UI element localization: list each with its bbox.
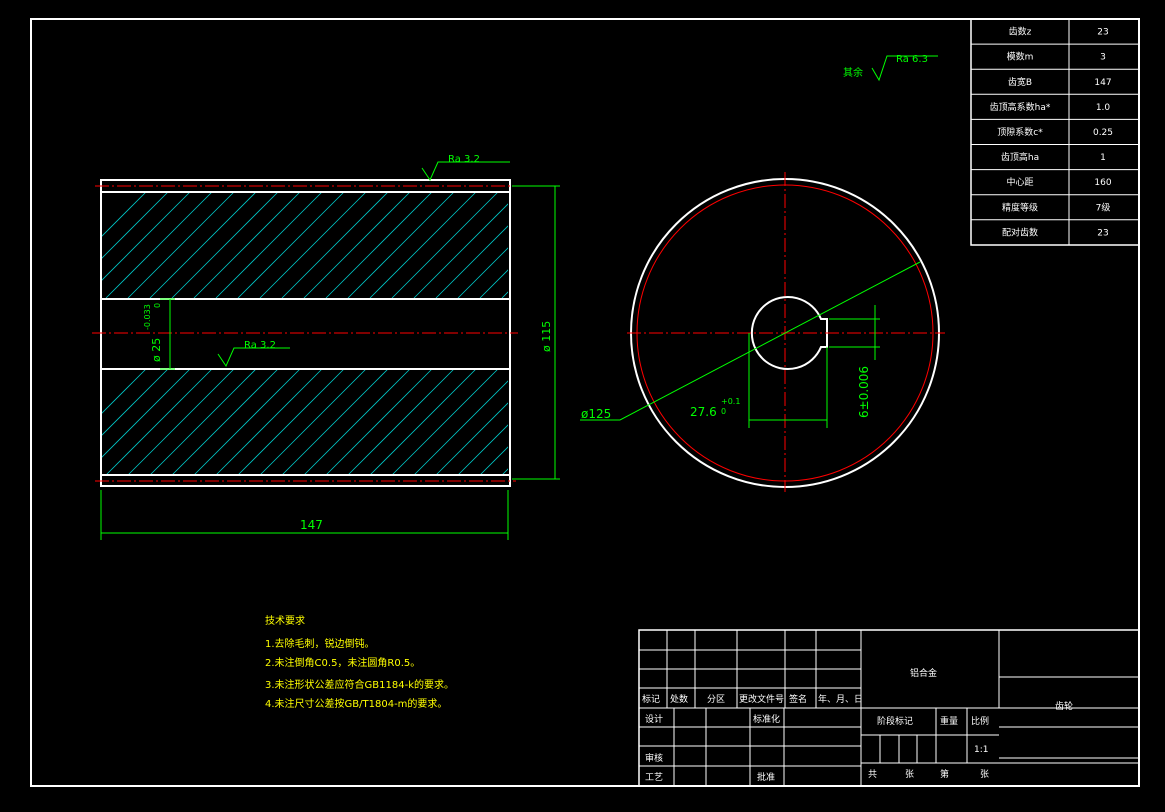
scale-label: 比例 bbox=[971, 715, 989, 727]
param-value: 7级 bbox=[1096, 201, 1111, 213]
scale-value: 1:1 bbox=[974, 745, 988, 755]
process-label: 工艺 bbox=[645, 772, 663, 783]
param-value: 3 bbox=[1100, 53, 1106, 63]
tech-requirements: 技术要求 1.去除毛刺，锐边倒钝。 2.未注倒角C0.5，未注圆角R0.5。 3… bbox=[265, 614, 454, 710]
param-value: 23 bbox=[1097, 28, 1108, 38]
param-label: 精度等级 bbox=[1002, 201, 1038, 213]
material-label: 铝合金 bbox=[910, 667, 937, 679]
rev-header: 标记 bbox=[642, 693, 660, 705]
tech-req-item: 1.去除毛刺，锐边倒钝。 bbox=[265, 637, 375, 650]
parameter-table-frame bbox=[970, 18, 1140, 246]
tech-req-item: 2.未注倒角C0.5，未注圆角R0.5。 bbox=[265, 656, 420, 669]
roughness-bore-label: Ra 3.2 bbox=[244, 340, 276, 351]
param-value: 147 bbox=[1094, 78, 1111, 88]
section-hatch bbox=[102, 369, 508, 475]
param-value: 23 bbox=[1097, 228, 1108, 238]
param-label: 齿顶高系数ha* bbox=[990, 101, 1051, 113]
part-name-label: 齿轮 bbox=[1055, 700, 1073, 712]
rev-header: 处数 bbox=[670, 693, 688, 705]
bore-tol-lower: 0 bbox=[153, 303, 162, 308]
roughness-others-label: Ra 6.3 bbox=[896, 54, 928, 65]
rev-header: 年、月、日 bbox=[818, 693, 863, 705]
param-label: 顶隙系数c* bbox=[997, 126, 1043, 138]
circle-dia-label: ø125 bbox=[581, 407, 611, 421]
drawing-canvas: 147 ø 115 ø 25 -0.033 0 Ra 3.2 Ra 3.2 其余… bbox=[30, 18, 1140, 787]
stage-mark-label: 阶段标记 bbox=[877, 715, 913, 727]
front-view bbox=[627, 172, 945, 492]
section-hatch bbox=[102, 192, 508, 298]
roughness-top-label: Ra 3.2 bbox=[448, 154, 480, 165]
weight-label: 重量 bbox=[940, 715, 958, 727]
param-value: 0.25 bbox=[1093, 128, 1113, 138]
page-label: 第 bbox=[940, 768, 949, 780]
key-width-label: 6±0.006 bbox=[857, 366, 871, 418]
title-block: 标记 处数 分区 更改文件号 签名 年、月、日 设计 标准化 审核 工艺 批准 … bbox=[638, 629, 1140, 787]
width-dim-label: 147 bbox=[300, 518, 323, 532]
tech-req-title: 技术要求 bbox=[265, 614, 305, 627]
param-label: 齿数z bbox=[1009, 26, 1032, 38]
tech-req-item: 4.未注尺寸公差按GB/T1804-m的要求。 bbox=[265, 697, 447, 710]
param-value: 1 bbox=[1100, 153, 1106, 163]
param-label: 齿宽B bbox=[1008, 76, 1032, 88]
rev-header: 分区 bbox=[707, 694, 725, 705]
total-label: 共 bbox=[868, 769, 877, 780]
outer-dia-label: ø 115 bbox=[540, 321, 553, 352]
tech-req-item: 3.未注形状公差应符合GB1184-k的要求。 bbox=[265, 678, 454, 691]
approve-label: 批准 bbox=[757, 771, 775, 783]
side-view bbox=[92, 179, 518, 487]
sheet-unit: 张 bbox=[905, 769, 914, 780]
key-depth-label: 27.6 bbox=[690, 405, 717, 419]
param-label: 中心距 bbox=[1006, 176, 1033, 188]
parameter-table: 齿数z 23 模数m 3 齿宽B 147 齿顶高系数ha* 1.0 顶隙系数c* 0.25 齿顶高h… bbox=[970, 18, 1140, 246]
rev-header: 更改文件号 bbox=[739, 693, 784, 705]
param-label: 齿顶高ha bbox=[1001, 151, 1039, 163]
param-value: 160 bbox=[1094, 178, 1111, 188]
bore-dia-label: ø 25 bbox=[150, 338, 163, 362]
param-label: 配对齿数 bbox=[1002, 226, 1038, 238]
standardize-label: 标准化 bbox=[753, 713, 780, 725]
key-depth-tol-lower: 0 bbox=[721, 407, 726, 416]
drawing-border bbox=[30, 18, 1140, 787]
param-value: 1.0 bbox=[1096, 103, 1111, 113]
design-label: 设计 bbox=[645, 713, 663, 725]
param-label: 模数m bbox=[1007, 51, 1034, 63]
check-label: 审核 bbox=[645, 752, 663, 764]
key-depth-tol-upper: +0.1 bbox=[721, 397, 740, 406]
rev-header: 签名 bbox=[789, 693, 807, 705]
roughness-others-prefix: 其余 bbox=[843, 66, 863, 79]
bore-tol-upper: -0.033 bbox=[143, 304, 152, 330]
page-unit: 张 bbox=[980, 769, 989, 780]
